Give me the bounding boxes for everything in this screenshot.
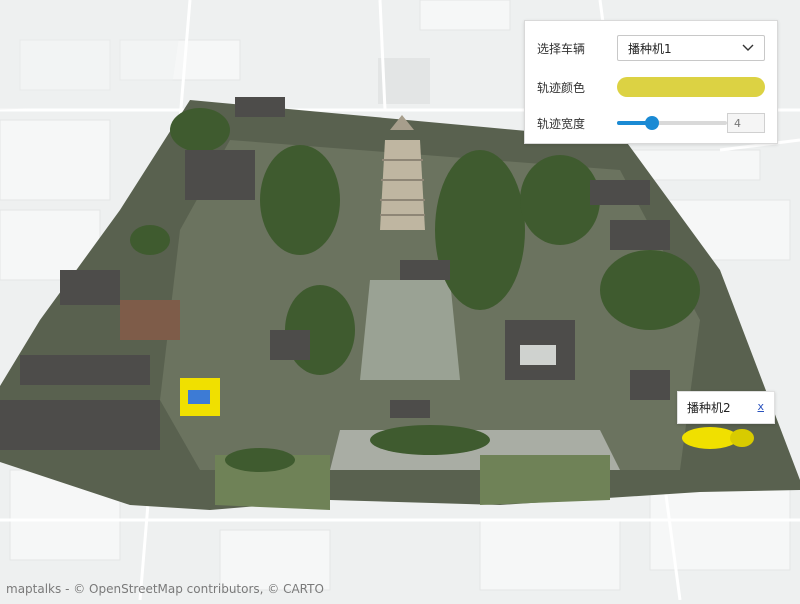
vehicle-label: 选择车辆: [537, 41, 586, 56]
vehicle-select[interactable]: 播种机1: [617, 35, 765, 61]
vehicle-select-value: 播种机1: [628, 41, 672, 56]
popup-title: 播种机2: [687, 401, 731, 415]
vehicle-2-marker: [682, 427, 754, 449]
track-settings-panel: 选择车辆 播种机1 轨迹颜色 轨迹宽度 4: [524, 20, 778, 144]
vehicle-1-marker: [180, 378, 220, 416]
track-width-slider[interactable]: [617, 113, 727, 133]
width-label: 轨迹宽度: [537, 116, 586, 131]
slider-thumb[interactable]: [645, 116, 660, 130]
width-row: 轨迹宽度 4: [537, 109, 765, 137]
close-icon[interactable]: x: [757, 400, 764, 413]
track-color-swatch[interactable]: [617, 77, 765, 97]
map-attribution: maptalks - © OpenStreetMap contributors,…: [6, 582, 324, 596]
chevron-down-icon: [742, 44, 754, 51]
color-label: 轨迹颜色: [537, 80, 586, 95]
vehicle-popup: 播种机2 x: [677, 391, 775, 424]
track-width-input[interactable]: 4: [727, 113, 765, 133]
color-row: 轨迹颜色: [537, 73, 765, 101]
vehicle-row: 选择车辆 播种机1: [537, 34, 765, 62]
